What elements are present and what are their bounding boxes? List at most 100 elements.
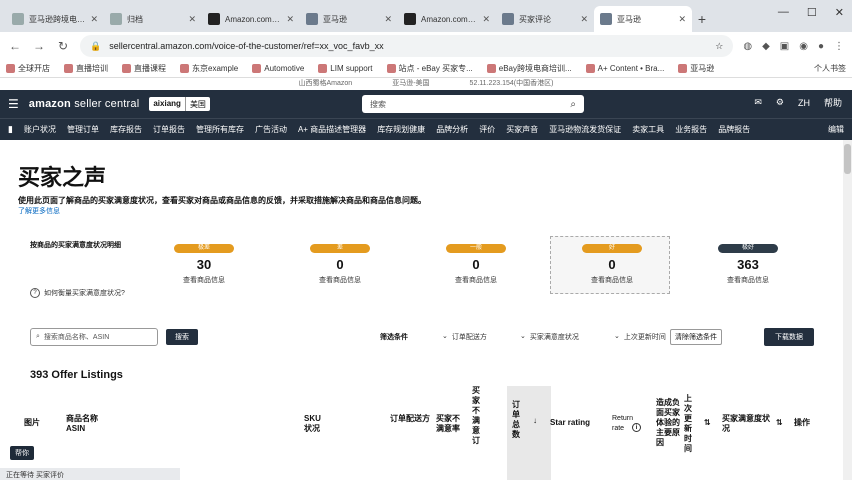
filter-last-updated[interactable]: ⌄ 上次更新时间 [614,332,666,342]
view-listings-link[interactable]: 查看商品信息 [727,275,769,285]
download-data-button[interactable]: 下载数据 [764,328,814,346]
nav-item[interactable]: 账户状况 [24,124,56,135]
new-tab-button[interactable]: + [692,6,712,32]
bookmark-label: 直播课程 [134,64,166,73]
col-last-updated[interactable]: 上次更新时间 [684,394,696,454]
nav-item[interactable]: A+ 商品描述管理器 [298,124,366,135]
browser-tab[interactable]: 归档 ✕ [104,6,202,32]
bookmark-item[interactable]: 东京example [180,63,238,74]
sort-arrow-icon[interactable]: ↓ [533,416,537,426]
clear-filters-button[interactable]: 清除筛选条件 [670,329,722,345]
sort-icon[interactable]: ⇅ [704,418,711,428]
view-listings-link[interactable]: 查看商品信息 [455,275,497,285]
help-link[interactable]: 帮助 [824,96,842,109]
bookmark-item[interactable]: 站点 - eBay 买家专... [386,63,473,74]
extension-icon[interactable]: ◍ [743,41,752,52]
close-window-icon[interactable]: ✕ [835,6,844,19]
language-selector[interactable]: ZH [798,98,810,108]
maximize-icon[interactable]: ☐ [807,6,817,19]
close-icon[interactable]: ✕ [482,14,490,25]
bookmark-item[interactable]: 全球开店 [6,63,50,74]
amazon-icon [404,13,416,25]
url-text[interactable]: sellercentral.amazon.com/voice-of-the-cu… [109,41,707,51]
view-listings-link[interactable]: 查看商品信息 [183,275,225,285]
nav-edit-link[interactable]: 编辑 [828,124,844,135]
bookmark-item[interactable]: A+ Content • Bra... [585,64,664,73]
col-dissatisfied-orders[interactable]: 买家不满意订 [472,386,484,446]
nav-item[interactable]: 管理所有库存 [196,124,244,135]
nav-item[interactable]: 库存规划健康 [377,124,425,135]
extension-icon[interactable]: ◆ [762,41,770,52]
nav-item[interactable]: 品牌报告 [718,124,750,135]
url-field[interactable]: 🔒 sellercentral.amazon.com/voice-of-the-… [80,35,734,57]
bookmarks-folder[interactable]: 个人书签 [814,63,846,74]
mail-icon[interactable]: ✉ [754,97,762,108]
close-icon[interactable]: ✕ [90,14,98,25]
nav-item[interactable]: 买家声音 [506,124,538,135]
close-icon[interactable]: ✕ [678,14,686,25]
star-icon[interactable]: ☆ [715,41,723,52]
nav-item[interactable]: 亚马逊物流发货保证 [549,124,621,135]
col-satisfaction-status[interactable]: 买家满意度状况 [722,414,772,434]
view-listings-link[interactable]: 查看商品信息 [591,275,633,285]
listing-search-input[interactable]: ⌕ 搜索商品名称、ASIN [30,328,158,346]
menu-icon[interactable]: ⋮ [834,41,844,52]
col-name[interactable]: 商品名称 [66,414,98,424]
browser-status-bar: 正在等待 买家评价 [0,468,180,480]
nav-item[interactable]: 管理订单 [67,124,99,135]
help-link-row[interactable]: ? 如何衡量买家满意度状况? [30,288,125,298]
profile-icon[interactable]: ● [818,41,824,52]
page-scrollbar[interactable] [843,140,852,480]
extension-icon[interactable]: ▣ [780,41,789,52]
bookmark-item[interactable]: Automotive [252,64,304,73]
extension-icon[interactable]: ◉ [799,41,808,52]
floating-help-pill[interactable]: 帮你 [10,446,34,460]
nav-item[interactable]: 业务报告 [675,124,707,135]
bookmark-item[interactable]: 亚马逊 [678,63,714,74]
close-icon[interactable]: ✕ [188,14,196,25]
reload-icon[interactable]: ↻ [56,39,70,53]
bookmark-item[interactable]: 直播课程 [122,63,166,74]
learn-more-link[interactable]: 了解更多信息 [18,206,60,216]
browser-tab[interactable]: 买家评论 ✕ [496,6,594,32]
filter-fulfillment[interactable]: ⌄ 订单配送方 [442,332,487,342]
seller-central-logo[interactable]: amazon seller central [29,98,140,110]
col-star-rating[interactable]: Star rating [550,418,590,428]
bookmark-item[interactable]: 直播培训 [64,63,108,74]
nav-item[interactable]: 广告活动 [255,124,287,135]
search-button[interactable]: 搜索 [166,329,198,345]
bookmark-item[interactable]: eBay跨境电商培训... [486,63,572,74]
bookmark-nav-icon[interactable]: ▮ [8,124,13,135]
scrollbar-thumb[interactable] [844,144,851,174]
account-switcher[interactable]: aixiang 美国 [149,97,210,111]
search-icon[interactable]: ⌕ [570,99,576,110]
browser-tab-active[interactable]: 亚马逊 ✕ [594,6,692,32]
browser-tab[interactable]: 亚马逊跨境电商培训专 ✕ [6,6,104,32]
nav-item[interactable]: 评价 [479,124,495,135]
view-listings-link[interactable]: 查看商品信息 [319,275,361,285]
close-icon[interactable]: ✕ [580,14,588,25]
hamburger-menu-icon[interactable]: ☰ [8,97,19,111]
nav-item[interactable]: 品牌分析 [436,124,468,135]
bookmark-item[interactable]: LIM support [318,64,373,73]
forward-icon[interactable]: → [32,39,46,53]
nav-item[interactable]: 卖家工具 [632,124,664,135]
col-fulfillment[interactable]: 订单配送方 [390,414,430,424]
close-icon[interactable]: ✕ [384,14,392,25]
nav-item[interactable]: 订单报告 [153,124,185,135]
gear-icon[interactable]: ⚙ [776,97,784,108]
nav-item[interactable]: 库存报告 [110,124,142,135]
sort-icon[interactable]: ⇅ [776,418,783,428]
minimize-icon[interactable]: — [778,6,789,19]
help-link-text[interactable]: 如何衡量买家满意度状况? [44,288,125,298]
back-icon[interactable]: ← [8,39,22,53]
col-total-orders[interactable]: 订单总数 [512,400,524,440]
col-dissatisfaction-rate[interactable]: 买家不满意率 [436,414,466,434]
close-icon[interactable]: ✕ [286,14,294,25]
browser-tab[interactable]: Amazon.com: Am ✕ [398,6,496,32]
filter-satisfaction[interactable]: ⌄ 买家满意度状况 [520,332,579,342]
header-search-input[interactable]: 搜索 ⌕ [362,95,584,113]
browser-tab[interactable]: Amazon.com: M2 ✕ [202,6,300,32]
browser-tab[interactable]: 亚马逊 ✕ [300,6,398,32]
info-icon[interactable]: i [632,422,641,432]
